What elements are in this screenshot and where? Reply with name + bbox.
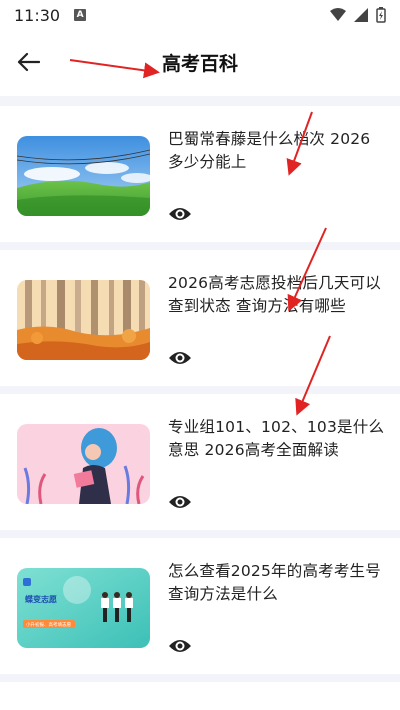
eye-icon[interactable]	[168, 636, 192, 656]
battery-icon	[376, 7, 386, 23]
article-thumbnail	[17, 280, 150, 360]
article-title: 2026高考志愿投档后几天可以查到状态 查询方法有哪些	[168, 274, 381, 315]
notification-icon: A	[74, 9, 87, 21]
wifi-icon	[330, 8, 346, 21]
signal-icon	[354, 8, 368, 22]
eye-icon[interactable]	[168, 492, 192, 512]
banner-brand: 蝶变志愿	[25, 594, 57, 604]
page-title: 高考百科	[161, 53, 238, 75]
eye-icon[interactable]	[168, 348, 192, 368]
status-icons	[330, 7, 386, 23]
article-thumbnail: 蝶变志愿 小升初报、高考填志愿	[17, 568, 150, 648]
article-thumbnail	[17, 136, 150, 216]
status-bar: 11:30 A	[0, 0, 400, 30]
article-list: 巴蜀常春藤是什么档次 2026多少分能上 2026高考志愿投档后几天可以查到状态…	[0, 96, 400, 710]
article-card[interactable]	[0, 682, 400, 710]
article-card[interactable]: 巴蜀常春藤是什么档次 2026多少分能上	[0, 106, 400, 242]
app-bar: 高考百科	[0, 30, 400, 92]
eye-icon[interactable]	[168, 204, 192, 224]
article-card[interactable]: 专业组101、102、103是什么意思 2026高考全面解读	[0, 394, 400, 530]
article-thumbnail	[17, 424, 150, 504]
article-card[interactable]: 2026高考志愿投档后几天可以查到状态 查询方法有哪些	[0, 250, 400, 386]
article-title: 怎么查看2025年的高考考生号查询方法是什么	[168, 562, 381, 603]
article-title: 巴蜀常春藤是什么档次 2026多少分能上	[168, 130, 371, 171]
banner-tagline: 小升初报、高考填志愿	[26, 621, 71, 628]
status-time: 11:30	[14, 5, 61, 25]
article-card[interactable]: 蝶变志愿 小升初报、高考填志愿 怎么查看2025年的高考考生号查询方法是什么	[0, 538, 400, 674]
article-title: 专业组101、102、103是什么意思 2026高考全面解读	[168, 418, 385, 459]
